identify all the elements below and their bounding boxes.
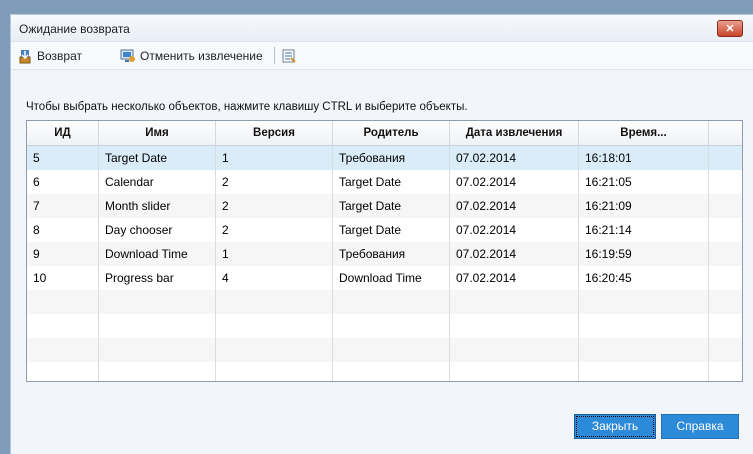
table-row[interactable]: 9 Download Time 1 Требования 07.02.2014 …	[27, 242, 742, 266]
column-header-version[interactable]: Версия	[216, 121, 333, 145]
undo-checkout-icon	[120, 49, 135, 62]
cell-parent: Target Date	[333, 218, 450, 242]
cell-version: 2	[216, 194, 333, 218]
empty-row	[27, 314, 742, 338]
close-icon: ✕	[725, 23, 735, 35]
column-header-checkout-date[interactable]: Дата извлечения	[450, 121, 579, 145]
cell-version: 1	[216, 242, 333, 266]
details-button[interactable]	[281, 47, 297, 65]
cell-parent: Требования	[333, 242, 450, 266]
cell-id: 10	[27, 266, 99, 290]
cell-date: 07.02.2014	[450, 146, 579, 170]
table-row[interactable]: 10 Progress bar 4 Download Time 07.02.20…	[27, 266, 742, 290]
empty-row	[27, 338, 742, 362]
cell-time: 16:20:45	[579, 266, 709, 290]
column-header-id[interactable]: ИД	[27, 121, 99, 145]
table-row[interactable]: 6 Calendar 2 Target Date 07.02.2014 16:2…	[27, 170, 742, 194]
cell-id: 8	[27, 218, 99, 242]
cell-name: Target Date	[99, 146, 216, 170]
toolbar-separator	[274, 47, 275, 64]
dialog-title: Ожидание возврата	[19, 22, 130, 36]
cell-name: Download Time	[99, 242, 216, 266]
checkin-pending-dialog: Ожидание возврата ✕ Возврат Отменить изв…	[10, 14, 753, 454]
title-bar: Ожидание возврата ✕	[11, 15, 753, 41]
cell-name: Calendar	[99, 170, 216, 194]
column-header-time[interactable]: Время...	[579, 121, 709, 145]
column-header-name[interactable]: Имя	[99, 121, 216, 145]
cell-name: Day chooser	[99, 218, 216, 242]
cell-time: 16:19:59	[579, 242, 709, 266]
checkin-label: Возврат	[37, 49, 82, 63]
cell-time: 16:21:09	[579, 194, 709, 218]
cell-date: 07.02.2014	[450, 194, 579, 218]
checkin-icon	[19, 50, 31, 64]
cell-date: 07.02.2014	[450, 170, 579, 194]
cell-parent: Target Date	[333, 194, 450, 218]
cell-name: Month slider	[99, 194, 216, 218]
table-row[interactable]: 8 Day chooser 2 Target Date 07.02.2014 1…	[27, 218, 742, 242]
cell-id: 9	[27, 242, 99, 266]
cell-name: Progress bar	[99, 266, 216, 290]
cell-parent: Target Date	[333, 170, 450, 194]
toolbar: Возврат Отменить извлечение	[11, 41, 753, 70]
cell-time: 16:18:01	[579, 146, 709, 170]
cell-version: 1	[216, 146, 333, 170]
cell-parent: Требования	[333, 146, 450, 170]
undo-checkout-label: Отменить извлечение	[140, 49, 263, 63]
cell-version: 2	[216, 218, 333, 242]
cell-parent: Download Time	[333, 266, 450, 290]
cell-time: 16:21:14	[579, 218, 709, 242]
table-row[interactable]: 5 Target Date 1 Требования 07.02.2014 16…	[27, 146, 742, 170]
empty-row	[27, 290, 742, 314]
help-button[interactable]: Справка	[661, 414, 739, 439]
close-window-button[interactable]: ✕	[717, 20, 743, 37]
undo-checkout-button[interactable]: Отменить извлечение	[120, 47, 263, 65]
cell-date: 07.02.2014	[450, 266, 579, 290]
table-header: ИД Имя Версия Родитель Дата извлечения В…	[27, 121, 742, 146]
cell-id: 7	[27, 194, 99, 218]
cell-time: 16:21:05	[579, 170, 709, 194]
column-header-parent[interactable]: Родитель	[333, 121, 450, 145]
close-button[interactable]: Закрыть	[574, 414, 656, 439]
table-row[interactable]: 7 Month slider 2 Target Date 07.02.2014 …	[27, 194, 742, 218]
cell-id: 6	[27, 170, 99, 194]
checkout-table[interactable]: ИД Имя Версия Родитель Дата извлечения В…	[26, 120, 743, 382]
details-icon	[282, 49, 296, 63]
empty-row	[27, 362, 742, 381]
cell-id: 5	[27, 146, 99, 170]
checkin-button[interactable]: Возврат	[17, 47, 82, 65]
cell-date: 07.02.2014	[450, 218, 579, 242]
cell-date: 07.02.2014	[450, 242, 579, 266]
cell-version: 4	[216, 266, 333, 290]
cell-version: 2	[216, 170, 333, 194]
instruction-text: Чтобы выбрать несколько объектов, нажмит…	[26, 101, 468, 113]
